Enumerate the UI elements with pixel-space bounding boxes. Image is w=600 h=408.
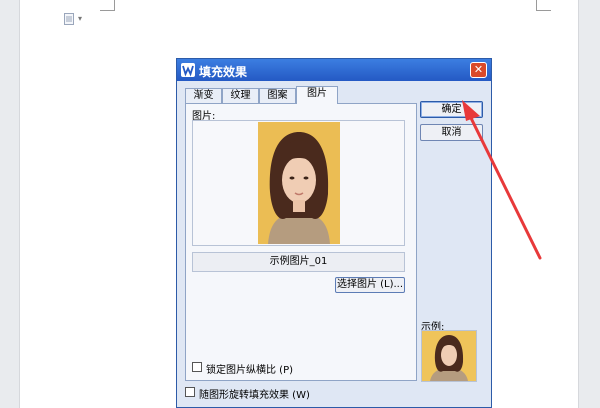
annotation-arrow-icon [462,100,542,260]
tab-picture[interactable]: 图片 [296,86,338,104]
